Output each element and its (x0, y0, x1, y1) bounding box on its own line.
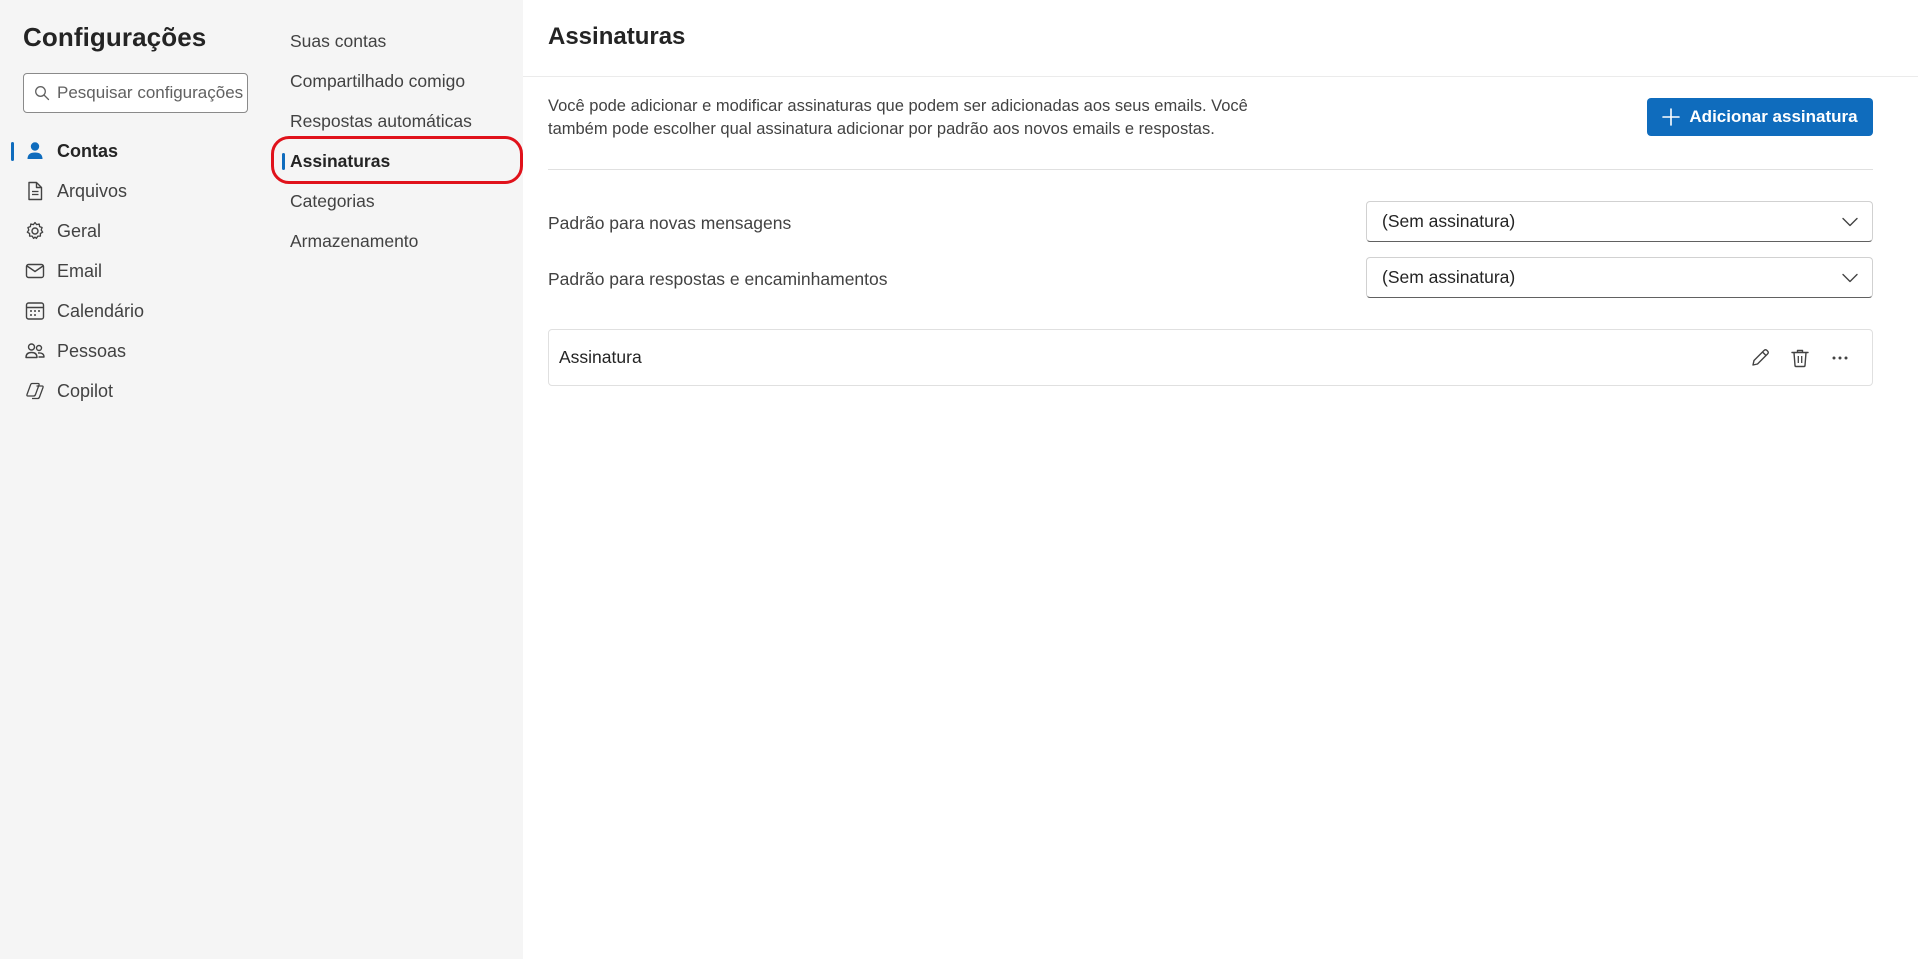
sidebar-item-email[interactable]: Email (0, 251, 272, 291)
header-divider (523, 76, 1918, 77)
add-signature-button[interactable]: Adicionar assinatura (1647, 98, 1873, 136)
signature-list-item[interactable]: Assinatura (548, 329, 1873, 386)
settings-title: Configurações (23, 22, 207, 52)
sidebar-item-arquivos[interactable]: Arquivos (0, 171, 272, 211)
accounts-subnav: Suas contas Compartilhado comigo Respost… (272, 0, 523, 959)
dropdown-selected-value: (Sem assinatura) (1382, 267, 1516, 287)
delete-signature-button[interactable] (1780, 340, 1820, 376)
sidebar-item-label: Contas (57, 140, 119, 161)
sidebar-item-label: Copilot (57, 380, 114, 401)
settings-category-list: Contas Arquivos Geral Email Calendário P… (0, 131, 272, 411)
edit-icon (1752, 348, 1769, 366)
default-new-messages-label: Padrão para novas mensagens (548, 213, 792, 233)
sidebar-item-label: Email (57, 260, 103, 281)
edit-signature-button[interactable] (1740, 340, 1780, 376)
subnav-item-categorias[interactable]: Categorias (290, 181, 520, 221)
more-icon (1832, 356, 1848, 359)
page-title: Assinaturas (548, 23, 686, 50)
signatures-description: Você pode adicionar e modificar assinatu… (548, 97, 1248, 138)
default-replies-dropdown[interactable]: (Sem assinatura) (1366, 257, 1873, 298)
subnav-item-compartilhado-comigo[interactable]: Compartilhado comigo (290, 61, 520, 101)
search-settings-box[interactable] (23, 73, 248, 113)
subnav-item-respostas-automaticas[interactable]: Respostas automáticas (290, 101, 520, 141)
gear-icon (23, 219, 47, 243)
signature-actions (1740, 340, 1860, 376)
plus-icon (1662, 108, 1681, 126)
sidebar-item-label: Pessoas (57, 340, 127, 361)
more-options-button[interactable] (1820, 340, 1860, 376)
person-icon (23, 139, 47, 163)
search-icon (35, 86, 50, 101)
settings-sidebar: Configurações Contas (0, 0, 272, 959)
people-icon (23, 339, 47, 363)
section-divider (548, 169, 1873, 170)
chevron-down-icon (1842, 217, 1858, 226)
mail-icon (23, 259, 47, 283)
sidebar-item-label: Geral (57, 220, 102, 241)
subnav-item-assinaturas[interactable]: Assinaturas (282, 141, 520, 181)
subnav-item-armazenamento[interactable]: Armazenamento (290, 221, 520, 261)
calendar-icon (23, 299, 47, 323)
copilot-icon (23, 379, 47, 403)
sidebar-item-contas[interactable]: Contas (0, 131, 272, 171)
dropdown-selected-value: (Sem assinatura) (1382, 211, 1516, 231)
sidebar-item-geral[interactable]: Geral (0, 211, 272, 251)
document-icon (23, 179, 47, 203)
add-signature-label: Adicionar assinatura (1689, 107, 1858, 126)
sidebar-item-label: Arquivos (57, 180, 128, 201)
sidebar-item-label: Calendário (57, 300, 145, 321)
sidebar-item-pessoas[interactable]: Pessoas (0, 331, 272, 371)
sidebar-item-calendario[interactable]: Calendário (0, 291, 272, 331)
signatures-panel: Assinaturas Você pode adicionar e modifi… (523, 0, 1918, 959)
chevron-down-icon (1842, 273, 1858, 282)
signature-name: Assinatura (559, 347, 642, 367)
subnav-item-suas-contas[interactable]: Suas contas (290, 21, 520, 61)
default-new-messages-dropdown[interactable]: (Sem assinatura) (1366, 201, 1873, 242)
search-input[interactable] (57, 83, 247, 103)
delete-icon (1791, 349, 1809, 367)
settings-app: Configurações Contas (0, 0, 1918, 959)
sidebar-item-copilot[interactable]: Copilot (0, 371, 272, 411)
default-replies-label: Padrão para respostas e encaminhamentos (548, 269, 888, 289)
